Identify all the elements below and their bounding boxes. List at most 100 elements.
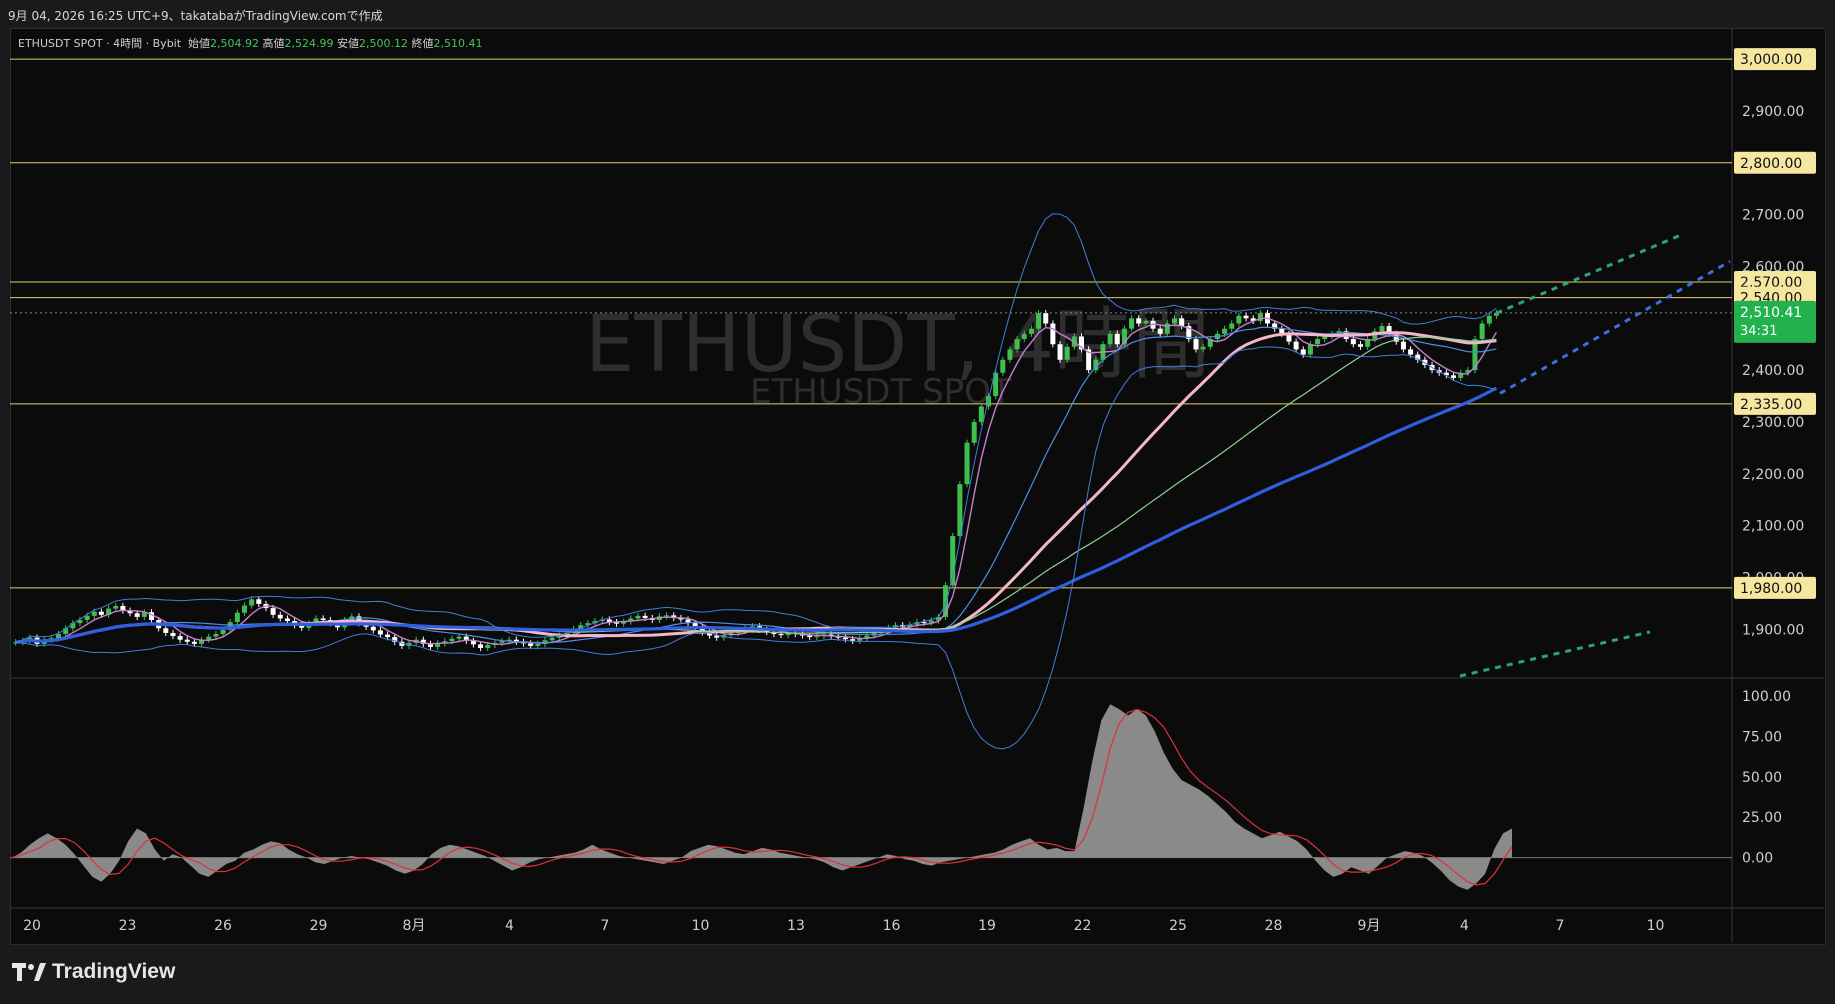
osc-tick-label: 50.00 <box>1742 770 1782 786</box>
osc-tick-label: 25.00 <box>1742 810 1782 826</box>
candle-body <box>256 599 262 604</box>
time-tick-label: 20 <box>23 918 41 934</box>
last-price-label: 2,510.41 <box>1740 305 1802 321</box>
price-tick-label: 2,100.00 <box>1742 519 1804 535</box>
candle-body <box>964 442 970 485</box>
candle-body <box>1193 339 1199 350</box>
candle-body <box>1200 346 1206 350</box>
legend-symbol: ETHUSDT SPOT · 4時間 · Bybit <box>18 37 182 50</box>
legend-close: 2,510.41 <box>433 37 483 50</box>
legend-low-label: 安値 <box>337 37 360 50</box>
time-tick-label: 25 <box>1169 918 1187 934</box>
time-tick-label: 22 <box>1074 918 1092 934</box>
candle-body <box>642 615 648 618</box>
footer-brand-name: TradingView <box>52 960 176 983</box>
price-tick-label: 1,900.00 <box>1742 622 1804 638</box>
legend-high: 2,524.99 <box>284 37 334 50</box>
candle-body <box>1300 349 1306 355</box>
candle-body <box>1357 344 1364 347</box>
time-tick-label: 4 <box>1460 918 1469 934</box>
candle-body <box>1050 323 1056 345</box>
candle-body <box>284 618 290 622</box>
candle-body <box>277 614 283 619</box>
candle-body <box>478 644 484 649</box>
time-tick-label: 13 <box>787 918 805 934</box>
candle-body <box>1293 341 1299 350</box>
candle-body <box>1157 328 1163 334</box>
candle-body <box>134 613 140 617</box>
candle-body <box>1315 339 1321 345</box>
candle-body <box>971 421 977 443</box>
legend-close-label: 終値 <box>411 37 434 50</box>
price-tick-label: 2,400.00 <box>1742 363 1804 379</box>
candle-body <box>1229 323 1235 329</box>
candle-body <box>814 636 820 638</box>
candle-body <box>1171 318 1178 324</box>
candle-body <box>1486 315 1492 324</box>
ohlc-legend: ETHUSDT SPOT · 4時間 · Bybit 始値2,504.92 高値… <box>18 35 482 51</box>
candle-body <box>370 626 376 631</box>
candle-body <box>1021 333 1027 340</box>
candle-body <box>1064 346 1070 360</box>
candle-body <box>1379 326 1385 332</box>
candle-body <box>535 643 541 646</box>
candle-body <box>499 641 505 643</box>
candle-body <box>206 636 212 640</box>
osc-area <box>12 704 1512 890</box>
candle-body <box>842 637 848 640</box>
candle-body <box>807 635 813 638</box>
candle-body <box>241 605 248 613</box>
candle-body <box>1107 333 1113 345</box>
osc-tick-label: 100.00 <box>1742 689 1791 705</box>
candle-body <box>1036 313 1042 329</box>
candle-body <box>850 639 856 641</box>
candle-body <box>635 615 641 619</box>
candle-body <box>1450 375 1457 378</box>
candle-body <box>191 641 197 644</box>
candle-body <box>1400 341 1406 350</box>
level-tag-label: 2,335.00 <box>1740 397 1802 413</box>
time-tick-label: 28 <box>1265 918 1283 934</box>
time-tick-label: 9月 <box>1358 918 1381 934</box>
candle-body <box>449 638 455 642</box>
tradingview-logo-icon <box>12 963 46 981</box>
candle-body <box>1007 349 1013 360</box>
candle-body <box>1014 339 1020 350</box>
time-tick-label: 10 <box>1647 918 1665 934</box>
candle-body <box>1408 349 1414 355</box>
candle-body <box>485 644 491 649</box>
candle-body <box>1307 344 1313 355</box>
projection-lower-line <box>1459 630 1651 678</box>
candle-body <box>377 630 383 635</box>
time-tick-label: 7 <box>1556 918 1565 934</box>
candle-body <box>184 639 190 642</box>
level-tag-label: 3,000.00 <box>1740 52 1802 68</box>
time-tick-label: 8月 <box>403 918 426 934</box>
candle-body <box>84 615 90 621</box>
level-tag-label: 2,800.00 <box>1740 156 1802 172</box>
candle-body <box>1350 339 1356 345</box>
candle-body <box>1136 318 1142 324</box>
candle-body <box>1179 318 1185 327</box>
level-tag-label: 1,980.00 <box>1740 581 1802 597</box>
ma-green-line <box>15 336 1497 643</box>
candle-body <box>456 636 462 639</box>
ma-slow-line <box>15 386 1498 644</box>
legend-high-label: 高値 <box>262 37 285 50</box>
candle-body <box>213 634 219 637</box>
candle-body <box>778 634 784 636</box>
time-tick-label: 16 <box>883 918 901 934</box>
candle-body <box>528 643 534 646</box>
price-tick-label: 2,900.00 <box>1742 104 1804 120</box>
time-tick-label: 7 <box>601 918 610 934</box>
time-tick-label: 26 <box>214 918 232 934</box>
candle-body <box>320 618 326 621</box>
candle-body <box>177 636 183 640</box>
price-chart[interactable]: 1,900.002,000.002,100.002,200.002,300.00… <box>0 0 1835 1004</box>
candle-body <box>549 637 555 641</box>
legend-open: 2,504.92 <box>210 37 260 50</box>
footer-brand[interactable]: TradingView <box>12 960 175 984</box>
legend-open-label: 始値 <box>188 37 211 50</box>
price-tick-label: 2,700.00 <box>1742 208 1804 224</box>
candle-body <box>1057 344 1063 360</box>
